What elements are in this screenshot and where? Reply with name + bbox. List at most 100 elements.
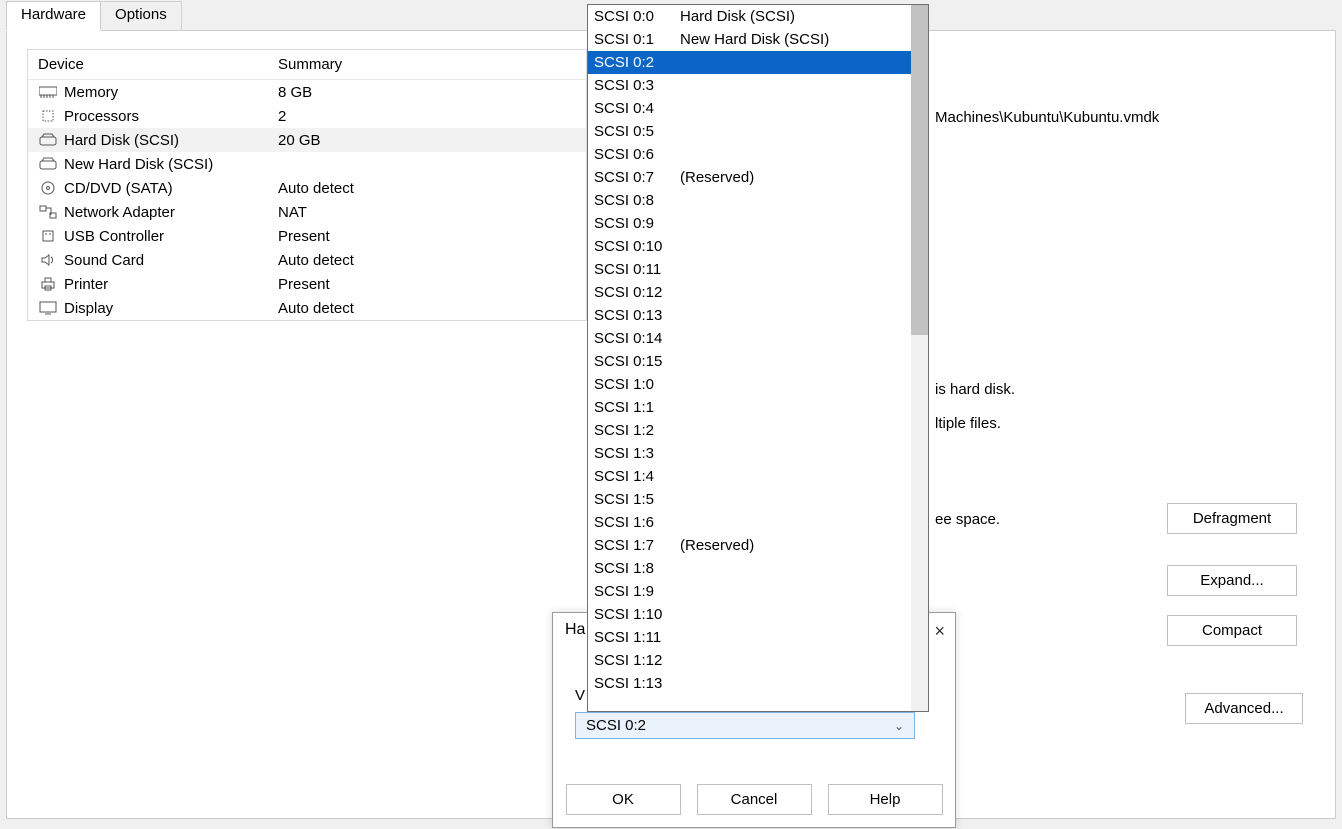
- expand-button[interactable]: Expand...: [1167, 565, 1297, 596]
- dropdown-scrollbar[interactable]: [911, 5, 928, 711]
- device-name: USB Controller: [64, 228, 278, 245]
- dropdown-item[interactable]: SCSI 0:11: [588, 258, 911, 281]
- device-row[interactable]: Processors2: [28, 104, 586, 128]
- dropdown-item[interactable]: SCSI 0:8: [588, 189, 911, 212]
- dropdown-item-slot: SCSI 0:11: [594, 258, 680, 281]
- dropdown-item-slot: SCSI 0:1: [594, 28, 680, 51]
- dropdown-item[interactable]: SCSI 0:13: [588, 304, 911, 327]
- hdd-icon: [38, 155, 58, 173]
- dropdown-item[interactable]: SCSI 1:0: [588, 373, 911, 396]
- dropdown-item[interactable]: SCSI 1:5: [588, 488, 911, 511]
- dropdown-item[interactable]: SCSI 1:13: [588, 672, 911, 695]
- dropdown-item-slot: SCSI 0:5: [594, 120, 680, 143]
- dropdown-item[interactable]: SCSI 0:12: [588, 281, 911, 304]
- device-row[interactable]: USB ControllerPresent: [28, 224, 586, 248]
- dropdown-item[interactable]: SCSI 0:4: [588, 97, 911, 120]
- device-row[interactable]: Memory8 GB: [28, 80, 586, 104]
- text-hard-disk: is hard disk.: [935, 381, 1015, 398]
- dropdown-item-slot: SCSI 0:14: [594, 327, 680, 350]
- dropdown-item[interactable]: SCSI 1:10: [588, 603, 911, 626]
- device-summary: 20 GB: [278, 132, 576, 149]
- ok-button[interactable]: OK: [566, 784, 681, 815]
- dropdown-item-label: Hard Disk (SCSI): [680, 5, 795, 28]
- dropdown-item[interactable]: SCSI 0:0Hard Disk (SCSI): [588, 5, 911, 28]
- device-row[interactable]: DisplayAuto detect: [28, 296, 586, 320]
- tab-options-label: Options: [115, 6, 167, 23]
- dropdown-item-slot: SCSI 1:6: [594, 511, 680, 534]
- printer-icon: [38, 275, 58, 293]
- dropdown-item[interactable]: SCSI 1:4: [588, 465, 911, 488]
- device-table: Device Summary Memory8 GBProcessors2Hard…: [27, 49, 587, 321]
- device-row[interactable]: Sound CardAuto detect: [28, 248, 586, 272]
- dropdown-item-slot: SCSI 1:8: [594, 557, 680, 580]
- device-table-header: Device Summary: [28, 50, 586, 80]
- dropdown-item[interactable]: SCSI 1:3: [588, 442, 911, 465]
- dropdown-item[interactable]: SCSI 0:1New Hard Disk (SCSI): [588, 28, 911, 51]
- dropdown-item[interactable]: SCSI 0:15: [588, 350, 911, 373]
- dropdown-item[interactable]: SCSI 1:7(Reserved): [588, 534, 911, 557]
- device-row[interactable]: New Hard Disk (SCSI): [28, 152, 586, 176]
- header-device[interactable]: Device: [38, 56, 278, 73]
- dropdown-item-slot: SCSI 0:10: [594, 235, 680, 258]
- memory-icon: [38, 83, 58, 101]
- device-node-dropdown[interactable]: SCSI 0:0Hard Disk (SCSI)SCSI 0:1New Hard…: [587, 4, 929, 712]
- dropdown-item[interactable]: SCSI 0:3: [588, 74, 911, 97]
- help-button[interactable]: Help: [828, 784, 943, 815]
- device-name: Display: [64, 300, 278, 317]
- device-summary: Present: [278, 228, 576, 245]
- dropdown-item-label: (Reserved): [680, 166, 754, 189]
- advanced-button[interactable]: Advanced...: [1185, 693, 1303, 724]
- device-node-combobox[interactable]: SCSI 0:2 ⌄: [575, 712, 915, 739]
- dropdown-item-slot: SCSI 0:7: [594, 166, 680, 189]
- defragment-button[interactable]: Defragment: [1167, 503, 1297, 534]
- device-name: CD/DVD (SATA): [64, 180, 278, 197]
- cancel-button[interactable]: Cancel: [697, 784, 812, 815]
- dropdown-item[interactable]: SCSI 1:8: [588, 557, 911, 580]
- combobox-value: SCSI 0:2: [586, 717, 646, 734]
- dropdown-item-slot: SCSI 1:12: [594, 649, 680, 672]
- dropdown-item[interactable]: SCSI 1:6: [588, 511, 911, 534]
- dropdown-item[interactable]: SCSI 0:2: [588, 51, 911, 74]
- close-icon[interactable]: ×: [934, 621, 945, 642]
- dropdown-item-slot: SCSI 1:5: [594, 488, 680, 511]
- dropdown-item[interactable]: SCSI 0:9: [588, 212, 911, 235]
- dropdown-item[interactable]: SCSI 0:6: [588, 143, 911, 166]
- dropdown-scrollbar-thumb[interactable]: [911, 5, 928, 335]
- hdd-icon: [38, 131, 58, 149]
- header-summary[interactable]: Summary: [278, 56, 576, 73]
- device-summary: 2: [278, 108, 576, 125]
- compact-button[interactable]: Compact: [1167, 615, 1297, 646]
- dropdown-item[interactable]: SCSI 0:7(Reserved): [588, 166, 911, 189]
- dropdown-item-slot: SCSI 1:3: [594, 442, 680, 465]
- dropdown-item-slot: SCSI 1:4: [594, 465, 680, 488]
- cpu-icon: [38, 107, 58, 125]
- dropdown-item[interactable]: SCSI 1:2: [588, 419, 911, 442]
- dropdown-item[interactable]: SCSI 1:12: [588, 649, 911, 672]
- device-row[interactable]: PrinterPresent: [28, 272, 586, 296]
- usb-icon: [38, 227, 58, 245]
- dropdown-item-slot: SCSI 0:15: [594, 350, 680, 373]
- device-summary: Auto detect: [278, 180, 576, 197]
- disk-path-text: Machines\Kubuntu\Kubuntu.vmdk: [935, 109, 1159, 126]
- dropdown-item-slot: SCSI 0:9: [594, 212, 680, 235]
- device-row[interactable]: CD/DVD (SATA)Auto detect: [28, 176, 586, 200]
- dropdown-item-slot: SCSI 1:13: [594, 672, 680, 695]
- tab-options[interactable]: Options: [100, 1, 182, 31]
- tab-hardware-label: Hardware: [21, 6, 86, 23]
- dropdown-item[interactable]: SCSI 0:10: [588, 235, 911, 258]
- dropdown-item-slot: SCSI 1:10: [594, 603, 680, 626]
- dropdown-item-slot: SCSI 0:6: [594, 143, 680, 166]
- chevron-down-icon: ⌄: [894, 719, 904, 733]
- device-row[interactable]: Network AdapterNAT: [28, 200, 586, 224]
- dropdown-item[interactable]: SCSI 1:1: [588, 396, 911, 419]
- dropdown-item-slot: SCSI 0:3: [594, 74, 680, 97]
- tab-hardware[interactable]: Hardware: [6, 1, 101, 31]
- device-row[interactable]: Hard Disk (SCSI)20 GB: [28, 128, 586, 152]
- dropdown-item[interactable]: SCSI 0:5: [588, 120, 911, 143]
- dropdown-item[interactable]: SCSI 0:14: [588, 327, 911, 350]
- dropdown-item-label: New Hard Disk (SCSI): [680, 28, 829, 51]
- dropdown-item[interactable]: SCSI 1:11: [588, 626, 911, 649]
- dropdown-item[interactable]: SCSI 1:9: [588, 580, 911, 603]
- net-icon: [38, 203, 58, 221]
- text-space: ee space.: [935, 511, 1000, 528]
